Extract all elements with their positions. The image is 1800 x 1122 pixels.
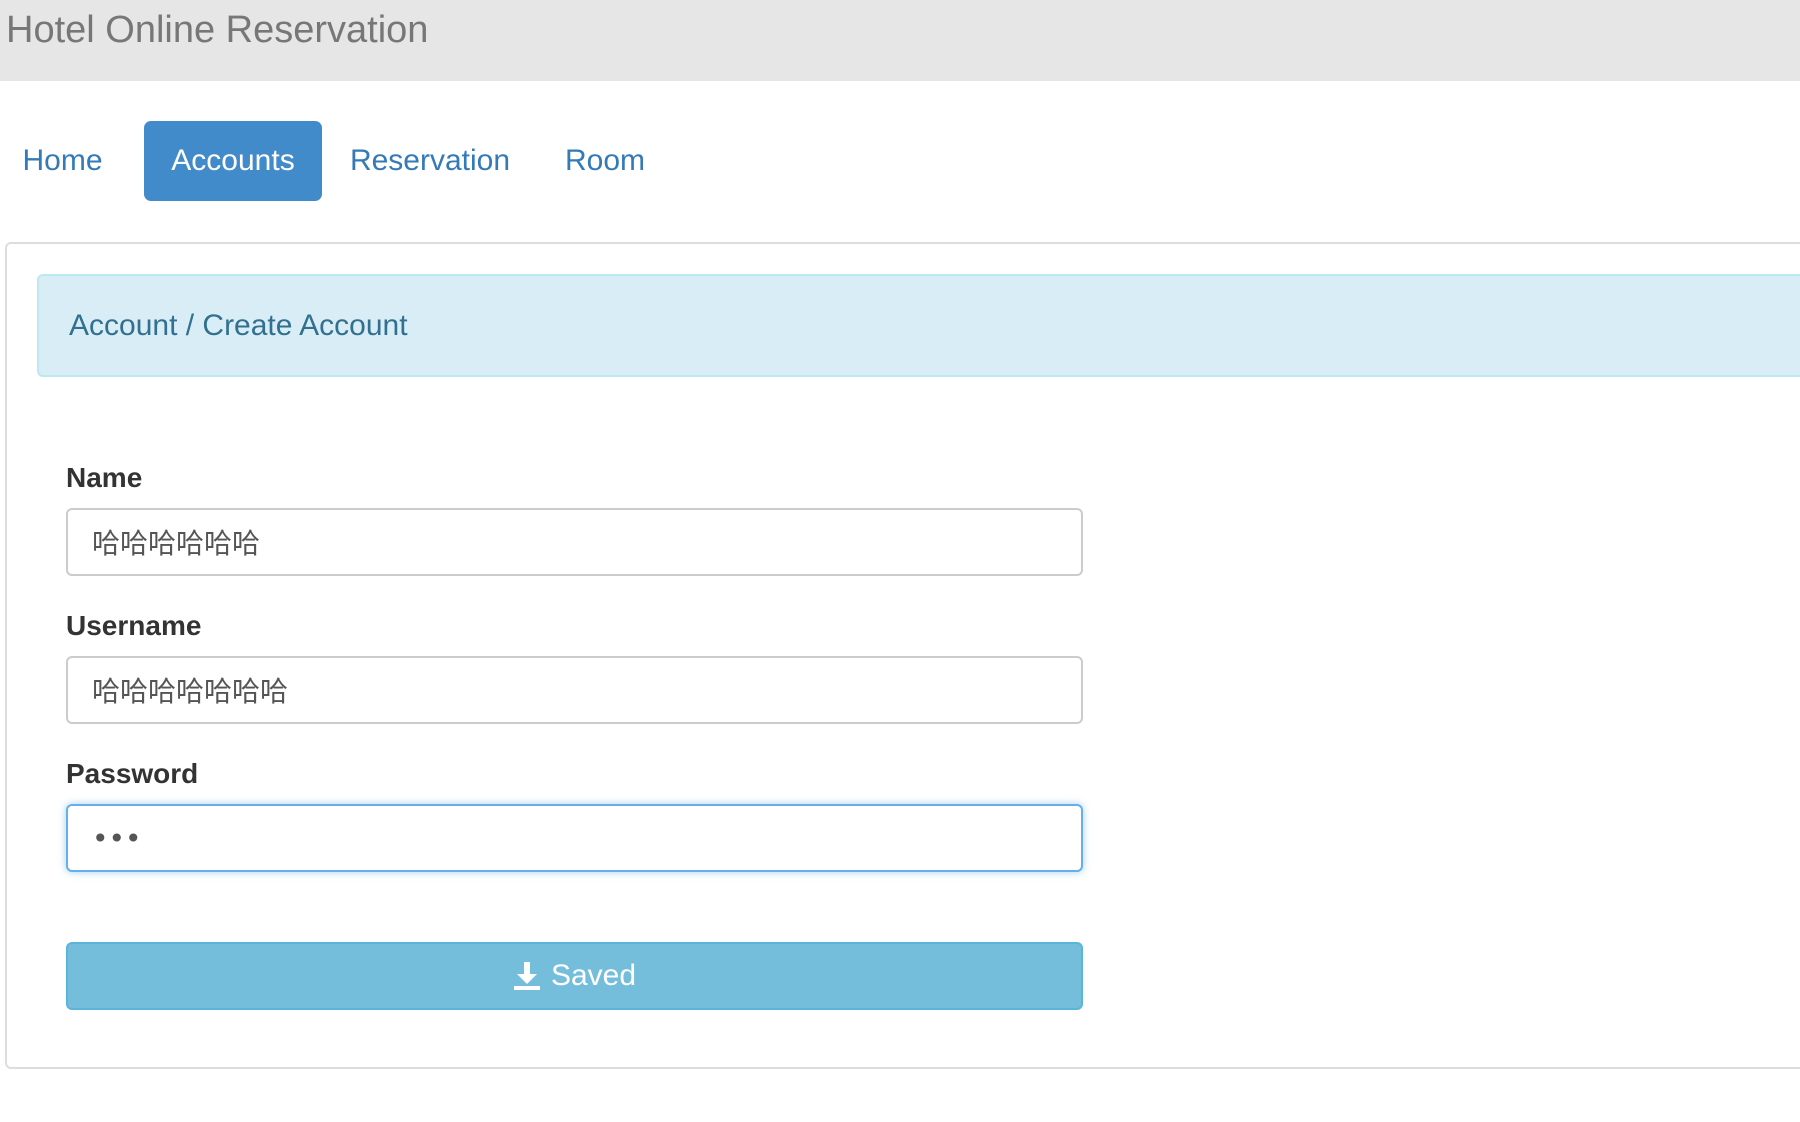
tab-home[interactable]: Home [0,121,125,201]
password-label: Password [66,758,199,789]
save-button[interactable]: Saved [66,942,1083,1010]
name-field[interactable] [66,508,1083,576]
tab-accounts[interactable]: Accounts [144,121,322,201]
tab-room[interactable]: Room [550,121,660,201]
username-label: Username [66,610,202,641]
username-field[interactable] [66,656,1083,724]
password-field[interactable] [66,804,1083,872]
app-header: Hotel Online Reservation [0,0,1800,81]
breadcrumb: Account / Create Account [37,274,1800,377]
nav-tabs: Home Accounts Reservation Room [0,121,1000,201]
tab-reservation[interactable]: Reservation [340,121,520,201]
breadcrumb-text: Account / Create Account [69,309,408,342]
app-title: Hotel Online Reservation [6,9,429,51]
save-button-label: Saved [550,959,637,992]
download-icon [513,962,540,990]
name-label: Name [66,462,143,493]
